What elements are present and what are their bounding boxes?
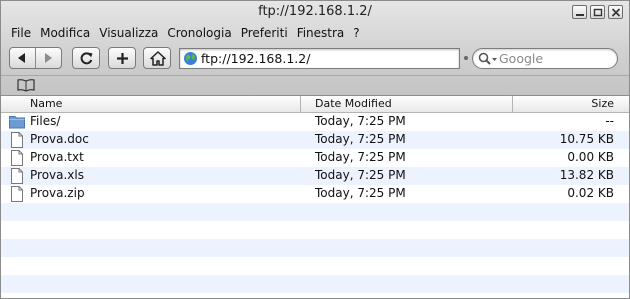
reload-icon (80, 52, 93, 65)
file-list: Files/ Today, 7:25 PM -- Prova.doc Today… (1, 113, 629, 298)
search-icon (478, 52, 497, 65)
home-icon (150, 51, 166, 66)
file-date: Today, 7:25 PM (315, 150, 406, 164)
bookmarks-book-icon[interactable] (17, 78, 35, 92)
column-separator[interactable] (512, 96, 513, 112)
menu-file[interactable]: File (7, 23, 36, 43)
menu-modifica[interactable]: Modifica (36, 23, 95, 43)
file-date: Today, 7:25 PM (315, 186, 406, 200)
file-name: Files/ (30, 114, 61, 128)
file-date: Today, 7:25 PM (315, 168, 406, 182)
browser-window: ftp://192.168.1.2/ File Modifica Visuali… (0, 0, 630, 299)
empty-row (1, 293, 629, 298)
empty-row (1, 203, 629, 221)
menu-visualizza[interactable]: Visualizza (95, 23, 163, 43)
folder-icon (9, 116, 25, 129)
globe-icon (184, 52, 197, 65)
empty-row (1, 257, 629, 275)
bookmarks-bar (1, 75, 629, 95)
search-placeholder: Google (499, 51, 544, 66)
column-name-header[interactable]: Name (30, 97, 62, 110)
file-name: Prova.doc (30, 132, 89, 146)
close-icon (611, 8, 621, 17)
file-icon (11, 186, 23, 202)
file-size: 10.75 KB (559, 132, 614, 146)
window-controls (572, 5, 623, 19)
file-icon (11, 168, 23, 184)
file-icon (11, 132, 23, 148)
file-name: Prova.zip (30, 186, 85, 200)
menu-cronologia[interactable]: Cronologia (163, 23, 236, 43)
column-size-header[interactable]: Size (591, 97, 614, 110)
file-icon (11, 150, 23, 166)
title-bar: ftp://192.168.1.2/ (1, 1, 629, 23)
url-text: ftp://192.168.1.2/ (201, 51, 311, 66)
empty-row (1, 239, 629, 257)
file-size: 0.02 KB (567, 186, 614, 200)
back-button[interactable] (10, 48, 35, 68)
forward-arrow-icon (45, 53, 52, 63)
file-row[interactable]: Prova.xls Today, 7:25 PM 13.82 KB (1, 167, 629, 185)
reload-button[interactable] (72, 47, 100, 69)
browser-chrome: ftp://192.168.1.2/ File Modifica Visuali… (1, 1, 629, 95)
address-bar[interactable]: ftp://192.168.1.2/ (179, 48, 460, 69)
file-row[interactable]: Prova.doc Today, 7:25 PM 10.75 KB (1, 131, 629, 149)
file-name: Prova.txt (30, 150, 84, 164)
file-row[interactable]: Files/ Today, 7:25 PM -- (1, 113, 629, 131)
add-bookmark-button[interactable] (108, 47, 136, 69)
search-field[interactable]: Google (472, 48, 618, 69)
empty-row (1, 221, 629, 239)
menu-help[interactable]: ? (349, 23, 364, 43)
maximize-button[interactable] (590, 5, 605, 19)
menu-preferiti[interactable]: Preferiti (237, 23, 293, 43)
file-name: Prova.xls (30, 168, 84, 182)
column-header: Name Date Modified Size (1, 96, 629, 113)
back-forward-group (9, 47, 62, 69)
file-size: -- (605, 114, 614, 128)
file-size: 0.00 KB (567, 150, 614, 164)
back-arrow-icon (18, 53, 25, 63)
plus-icon (117, 53, 128, 64)
menu-bar: File Modifica Visualizza Cronologia Pref… (1, 23, 629, 43)
close-button[interactable] (608, 5, 623, 19)
minimize-button[interactable] (572, 5, 587, 19)
menu-finestra[interactable]: Finestra (293, 23, 350, 43)
navigation-toolbar: ftp://192.168.1.2/ Google (1, 45, 629, 73)
file-row[interactable]: Prova.zip Today, 7:25 PM 0.02 KB (1, 185, 629, 203)
home-button[interactable] (143, 47, 171, 69)
column-separator[interactable] (300, 96, 301, 112)
window-title: ftp://192.168.1.2/ (258, 4, 372, 19)
file-size: 13.82 KB (559, 168, 614, 182)
file-date: Today, 7:25 PM (315, 114, 406, 128)
empty-row (1, 275, 629, 293)
file-date: Today, 7:25 PM (315, 132, 406, 146)
minimize-icon (576, 14, 584, 16)
file-row[interactable]: Prova.txt Today, 7:25 PM 0.00 KB (1, 149, 629, 167)
forward-button[interactable] (36, 48, 61, 68)
maximize-icon (593, 8, 603, 17)
toolbar-resize-handle[interactable] (464, 56, 468, 60)
column-date-header[interactable]: Date Modified (315, 97, 392, 110)
